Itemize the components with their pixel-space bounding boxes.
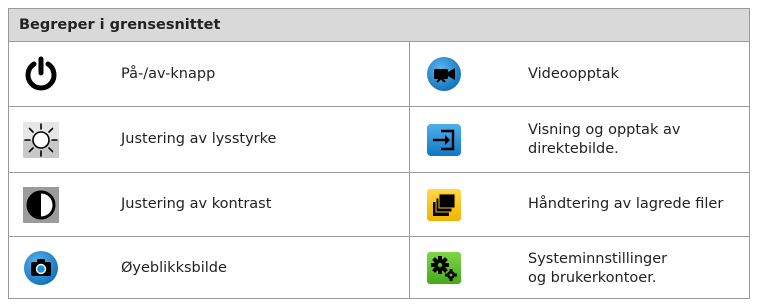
table-row: På-/av-knapp Videoopptak [9, 42, 749, 107]
term-label: Systeminnstillinger og brukerkontoer. [528, 250, 668, 286]
term-label: Justering av kontrast [121, 196, 272, 212]
table-row: Justering av kontrast Håndtering av lagr… [9, 173, 749, 237]
term-label: På-/av-knapp [121, 65, 216, 82]
settings-gears-icon [424, 248, 464, 288]
term-label: Øyeblikksbilde [121, 260, 227, 276]
term-cell: Håndtering av lagrede filer [410, 173, 750, 236]
power-icon [21, 54, 61, 94]
table-header: Begreper i grensesnittet [9, 9, 749, 42]
term-label: Justering av lysstyrke [121, 131, 277, 147]
contrast-icon [21, 185, 61, 225]
term-cell: Videoopptak [410, 42, 750, 106]
brightness-icon [21, 120, 61, 160]
term-label: Håndtering av lagrede filer [528, 196, 724, 212]
term-label: Visning og opptak av direktebilde. [528, 121, 681, 157]
camera-snapshot-icon [21, 248, 61, 288]
term-cell: Systeminnstillinger og brukerkontoer. [410, 237, 750, 300]
live-view-input-icon [424, 120, 464, 160]
video-recording-icon [424, 54, 464, 94]
table-row: Øyeblikksbilde Systeminnstillinger og br… [9, 237, 749, 300]
term-label: Videoopptak [528, 65, 619, 82]
term-cell: Justering av lysstyrke [9, 107, 409, 172]
term-cell: Øyeblikksbilde [9, 237, 409, 300]
term-cell: På-/av-knapp [9, 42, 409, 106]
term-cell: Visning og opptak av direktebilde. [410, 107, 750, 172]
table-row: Justering av lysstyrke Visning og opptak… [9, 107, 749, 173]
interface-terms-table: Begreper i grensesnittet På-/av-knapp Vi… [8, 8, 750, 299]
term-cell: Justering av kontrast [9, 173, 409, 236]
stored-files-icon [424, 185, 464, 225]
